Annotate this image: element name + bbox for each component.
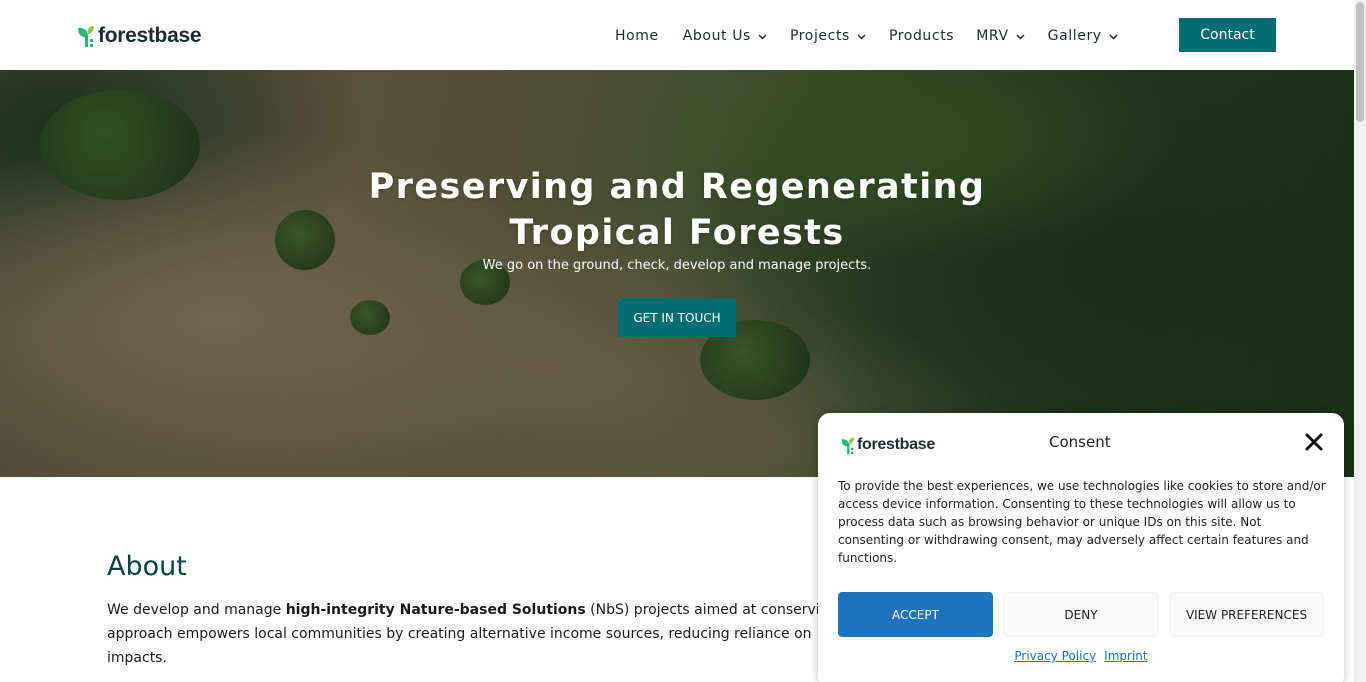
consent-links: Privacy Policy Imprint xyxy=(818,649,1344,663)
chevron-down-icon xyxy=(1109,33,1118,40)
consent-body-text: To provide the best experiences, we use … xyxy=(838,479,1326,565)
nav-label-mrv: MRV xyxy=(976,28,1009,44)
nav-item-products[interactable]: Products xyxy=(889,28,954,44)
about-text-line-3: impacts. xyxy=(107,650,167,666)
chevron-down-icon xyxy=(1016,33,1025,40)
accept-button[interactable]: ACCEPT xyxy=(838,592,993,637)
nav-item-projects[interactable]: Projects xyxy=(790,28,867,44)
about-text-line-1-end: (NbS) projects aimed at conserving xyxy=(585,602,838,618)
site-logo[interactable]: forestbase xyxy=(76,24,202,48)
imprint-link[interactable]: Imprint xyxy=(1104,649,1147,663)
hero-title-line-1: Preserving and Regenerating xyxy=(368,167,986,207)
close-icon[interactable] xyxy=(1303,431,1325,453)
site-header: forestbase Home About Us Projects Produc… xyxy=(0,0,1354,70)
leaf-logo-icon xyxy=(78,26,94,47)
consent-title: Consent xyxy=(1049,433,1111,451)
nav-item-about-us[interactable]: About Us xyxy=(683,28,768,44)
page: forestbase Home About Us Projects Produc… xyxy=(0,0,1366,682)
get-in-touch-button[interactable]: GET IN TOUCH xyxy=(618,298,736,337)
leaf-logo-icon xyxy=(841,437,855,454)
nav-label-home: Home xyxy=(615,28,659,44)
privacy-policy-link[interactable]: Privacy Policy xyxy=(1014,649,1096,663)
deny-button[interactable]: DENY xyxy=(1003,592,1159,637)
consent-logo-text: forestbase xyxy=(857,436,935,453)
about-heading: About xyxy=(107,551,187,582)
about-text-bold: high-integrity Nature-based Solutions xyxy=(285,602,586,618)
view-preferences-button[interactable]: VIEW PREFERENCES xyxy=(1169,592,1324,637)
about-text-line-2: approach empowers local communities by c… xyxy=(107,626,812,642)
nav-label-projects: Projects xyxy=(789,28,850,44)
nav-label-gallery: Gallery xyxy=(1047,28,1102,44)
nav-label-about-us: About Us xyxy=(682,28,751,44)
scrollbar-thumb[interactable] xyxy=(1356,2,1364,122)
nav-item-gallery[interactable]: Gallery xyxy=(1048,28,1119,44)
cookie-consent-dialog: forestbase Consent To provide the best e… xyxy=(818,413,1344,682)
chevron-down-icon xyxy=(758,33,767,40)
nav-item-home[interactable]: Home xyxy=(615,28,659,44)
logo-text: forestbase xyxy=(98,24,202,47)
chevron-down-icon xyxy=(857,33,866,40)
hero-subtitle: We go on the ground, check, develop and … xyxy=(482,258,872,273)
nav-label-products: Products xyxy=(888,28,955,44)
about-text-start: We develop and manage xyxy=(107,602,286,618)
hero-title: Preserving and Regenerating Tropical For… xyxy=(0,164,1354,256)
consent-logo: forestbase xyxy=(840,436,935,454)
nav-item-mrv[interactable]: MRV xyxy=(976,28,1025,44)
hero-title-line-2: Tropical Forests xyxy=(509,213,845,253)
about-text: We develop and manage high-integrity Nat… xyxy=(107,598,867,670)
contact-button[interactable]: Contact xyxy=(1179,18,1276,52)
main-nav: Home About Us Projects Products MRV Gall… xyxy=(615,26,1119,46)
page-scrollbar[interactable] xyxy=(1354,0,1366,682)
